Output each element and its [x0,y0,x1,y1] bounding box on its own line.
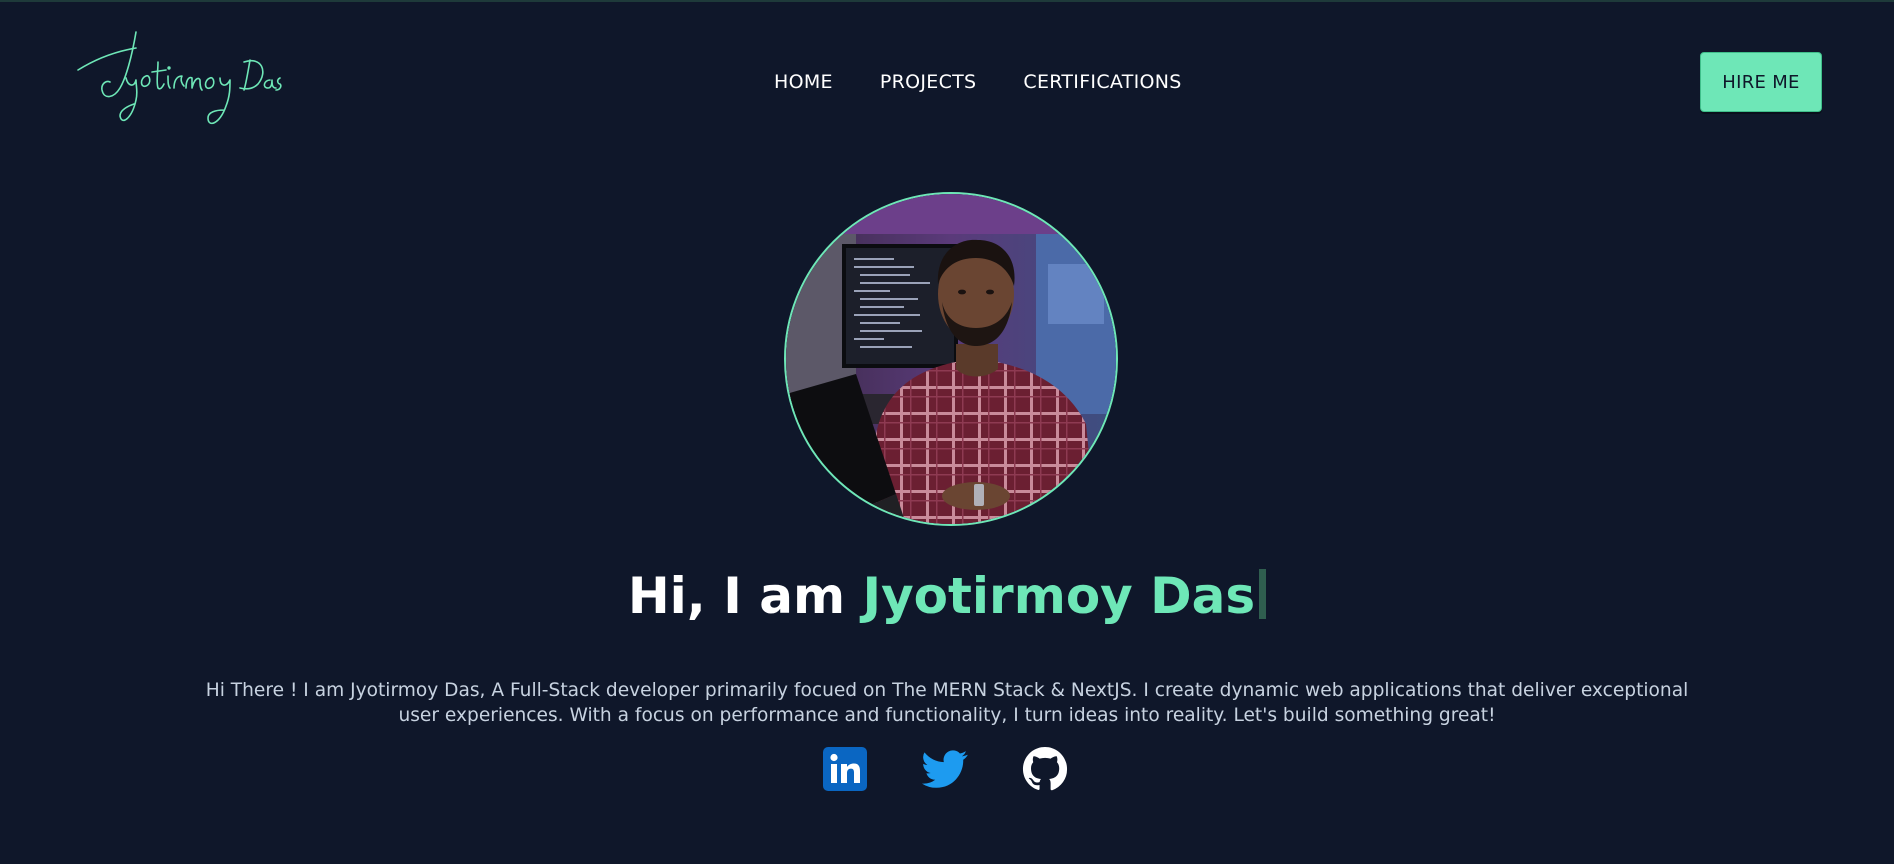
site-header: HOME PROJECTS CERTIFICATIONS HIRE ME [0,2,1894,162]
github-link[interactable] [1022,746,1068,792]
twitter-icon [922,750,968,788]
signature-logo[interactable] [74,26,284,136]
linkedin-link[interactable] [822,746,868,792]
profile-photo [784,192,1118,526]
typing-cursor [1259,569,1267,619]
hero-intro: Hi There ! I am Jyotirmoy Das, A Full-St… [205,680,1689,726]
signature-logo-graphic [77,31,282,125]
nav-certifications[interactable]: CERTIFICATIONS [1023,70,1181,94]
hero-greeting: Hi, I am [627,567,863,625]
linkedin-icon [823,747,867,791]
nav-projects[interactable]: PROJECTS [880,70,977,94]
hire-me-button[interactable]: HIRE ME [1700,52,1822,112]
twitter-link[interactable] [922,746,968,792]
hero-name: Jyotirmoy Das [862,567,1256,625]
nav-home[interactable]: HOME [774,70,833,94]
main-nav: HOME PROJECTS CERTIFICATIONS [774,70,1229,94]
profile-photo-graphic [786,194,1116,524]
github-icon [1022,746,1068,791]
hero-headline: Hi, I am Jyotirmoy Das [0,560,1894,632]
social-links [822,746,1122,792]
